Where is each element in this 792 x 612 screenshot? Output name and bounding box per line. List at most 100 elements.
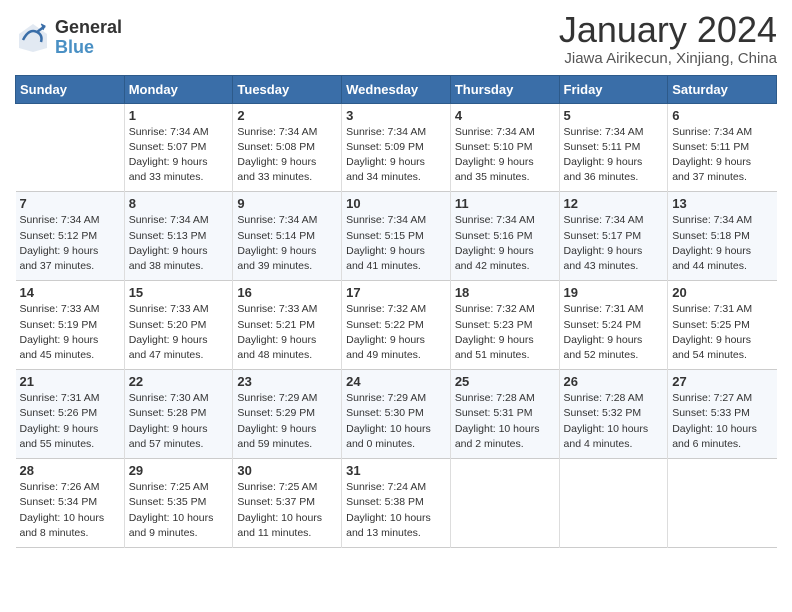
calendar-week-3: 21Sunrise: 7:31 AMSunset: 5:26 PMDayligh… — [16, 370, 777, 459]
calendar-cell: 26 Sunrise: 7:28 AMSunset: 5:32 PMDayligh… — [559, 370, 668, 459]
logo-text: General Blue — [55, 18, 122, 58]
day-number: 17 — [346, 285, 446, 300]
day-number: 29 — [129, 463, 229, 478]
day-number: 6 — [672, 108, 772, 123]
day-info: Sunrise: 7:27 AMSunset: 5:33 PMDaylight:… — [672, 391, 772, 452]
calendar-body: 1 Sunrise: 7:34 AMSunset: 5:07 PMDaylight… — [16, 103, 777, 547]
calendar-cell: 5 Sunrise: 7:34 AMSunset: 5:11 PMDaylight… — [559, 103, 668, 192]
calendar-cell: 7Sunrise: 7:34 AMSunset: 5:12 PMDaylight… — [16, 192, 125, 281]
calendar-cell: 14Sunrise: 7:33 AMSunset: 5:19 PMDayligh… — [16, 281, 125, 370]
calendar-cell — [450, 459, 559, 548]
header-monday: Monday — [124, 75, 233, 103]
calendar-cell: 28Sunrise: 7:26 AMSunset: 5:34 PMDayligh… — [16, 459, 125, 548]
day-info: Sunrise: 7:32 AMSunset: 5:22 PMDaylight:… — [346, 302, 446, 363]
day-number: 9 — [237, 196, 337, 211]
logo-blue: Blue — [55, 38, 122, 58]
calendar-week-0: 1 Sunrise: 7:34 AMSunset: 5:07 PMDaylight… — [16, 103, 777, 192]
header-tuesday: Tuesday — [233, 75, 342, 103]
title-block: January 2024 Jiawa Airikecun, Xinjiang, … — [559, 10, 777, 67]
header-row: Sunday Monday Tuesday Wednesday Thursday… — [16, 75, 777, 103]
day-info: Sunrise: 7:25 AMSunset: 5:35 PMDaylight:… — [129, 480, 229, 541]
day-number: 30 — [237, 463, 337, 478]
location: Jiawa Airikecun, Xinjiang, China — [559, 50, 777, 67]
calendar-cell — [559, 459, 668, 548]
day-number: 25 — [455, 374, 555, 389]
calendar-cell: 8 Sunrise: 7:34 AMSunset: 5:13 PMDaylight… — [124, 192, 233, 281]
calendar-cell: 20 Sunrise: 7:31 AMSunset: 5:25 PMDayligh… — [668, 281, 777, 370]
day-info: Sunrise: 7:24 AMSunset: 5:38 PMDaylight:… — [346, 480, 446, 541]
day-info: Sunrise: 7:29 AMSunset: 5:30 PMDaylight:… — [346, 391, 446, 452]
calendar-cell: 2 Sunrise: 7:34 AMSunset: 5:08 PMDaylight… — [233, 103, 342, 192]
calendar-cell: 31 Sunrise: 7:24 AMSunset: 5:38 PMDayligh… — [342, 459, 451, 548]
calendar-cell: 22Sunrise: 7:30 AMSunset: 5:28 PMDayligh… — [124, 370, 233, 459]
day-number: 18 — [455, 285, 555, 300]
calendar-cell: 25Sunrise: 7:28 AMSunset: 5:31 PMDayligh… — [450, 370, 559, 459]
day-info: Sunrise: 7:31 AMSunset: 5:25 PMDaylight:… — [672, 302, 772, 363]
calendar-table: Sunday Monday Tuesday Wednesday Thursday… — [15, 75, 777, 548]
day-info: Sunrise: 7:34 AMSunset: 5:09 PMDaylight:… — [346, 125, 446, 186]
calendar-cell: 23 Sunrise: 7:29 AMSunset: 5:29 PMDayligh… — [233, 370, 342, 459]
calendar-cell: 3Sunrise: 7:34 AMSunset: 5:09 PMDaylight… — [342, 103, 451, 192]
day-info: Sunrise: 7:28 AMSunset: 5:32 PMDaylight:… — [564, 391, 664, 452]
calendar-cell: 21Sunrise: 7:31 AMSunset: 5:26 PMDayligh… — [16, 370, 125, 459]
calendar-cell: 29 Sunrise: 7:25 AMSunset: 5:35 PMDayligh… — [124, 459, 233, 548]
day-info: Sunrise: 7:33 AMSunset: 5:21 PMDaylight:… — [237, 302, 337, 363]
calendar-week-2: 14Sunrise: 7:33 AMSunset: 5:19 PMDayligh… — [16, 281, 777, 370]
day-info: Sunrise: 7:33 AMSunset: 5:19 PMDaylight:… — [20, 302, 120, 363]
day-number: 24 — [346, 374, 446, 389]
calendar-cell: 19Sunrise: 7:31 AMSunset: 5:24 PMDayligh… — [559, 281, 668, 370]
calendar-cell: 16 Sunrise: 7:33 AMSunset: 5:21 PMDayligh… — [233, 281, 342, 370]
day-info: Sunrise: 7:33 AMSunset: 5:20 PMDaylight:… — [129, 302, 229, 363]
calendar-cell: 10Sunrise: 7:34 AMSunset: 5:15 PMDayligh… — [342, 192, 451, 281]
calendar-cell: 18 Sunrise: 7:32 AMSunset: 5:23 PMDayligh… — [450, 281, 559, 370]
page-header: General Blue January 2024 Jiawa Airikecu… — [15, 10, 777, 67]
calendar-cell: 15 Sunrise: 7:33 AMSunset: 5:20 PMDayligh… — [124, 281, 233, 370]
month-title: January 2024 — [559, 10, 777, 50]
day-number: 11 — [455, 196, 555, 211]
logo-icon — [15, 20, 51, 56]
day-number: 15 — [129, 285, 229, 300]
day-info: Sunrise: 7:32 AMSunset: 5:23 PMDaylight:… — [455, 302, 555, 363]
logo-general: General — [55, 18, 122, 38]
day-info: Sunrise: 7:34 AMSunset: 5:07 PMDaylight:… — [129, 125, 229, 186]
day-info: Sunrise: 7:31 AMSunset: 5:26 PMDaylight:… — [20, 391, 120, 452]
calendar-cell: 13 Sunrise: 7:34 AMSunset: 5:18 PMDayligh… — [668, 192, 777, 281]
day-number: 16 — [237, 285, 337, 300]
day-number: 13 — [672, 196, 772, 211]
day-number: 22 — [129, 374, 229, 389]
calendar-cell: 30 Sunrise: 7:25 AMSunset: 5:37 PMDayligh… — [233, 459, 342, 548]
day-info: Sunrise: 7:34 AMSunset: 5:14 PMDaylight:… — [237, 213, 337, 274]
calendar-cell: 6Sunrise: 7:34 AMSunset: 5:11 PMDaylight… — [668, 103, 777, 192]
day-info: Sunrise: 7:34 AMSunset: 5:10 PMDaylight:… — [455, 125, 555, 186]
header-thursday: Thursday — [450, 75, 559, 103]
calendar-cell: 1 Sunrise: 7:34 AMSunset: 5:07 PMDaylight… — [124, 103, 233, 192]
day-info: Sunrise: 7:26 AMSunset: 5:34 PMDaylight:… — [20, 480, 120, 541]
day-number: 26 — [564, 374, 664, 389]
day-info: Sunrise: 7:34 AMSunset: 5:13 PMDaylight:… — [129, 213, 229, 274]
calendar-cell: 27Sunrise: 7:27 AMSunset: 5:33 PMDayligh… — [668, 370, 777, 459]
day-info: Sunrise: 7:34 AMSunset: 5:16 PMDaylight:… — [455, 213, 555, 274]
day-number: 23 — [237, 374, 337, 389]
calendar-cell: 4 Sunrise: 7:34 AMSunset: 5:10 PMDaylight… — [450, 103, 559, 192]
header-saturday: Saturday — [668, 75, 777, 103]
day-number: 1 — [129, 108, 229, 123]
day-number: 8 — [129, 196, 229, 211]
day-info: Sunrise: 7:34 AMSunset: 5:17 PMDaylight:… — [564, 213, 664, 274]
day-number: 5 — [564, 108, 664, 123]
logo: General Blue — [15, 18, 122, 58]
day-info: Sunrise: 7:34 AMSunset: 5:11 PMDaylight:… — [564, 125, 664, 186]
calendar-cell: 9 Sunrise: 7:34 AMSunset: 5:14 PMDaylight… — [233, 192, 342, 281]
day-info: Sunrise: 7:34 AMSunset: 5:18 PMDaylight:… — [672, 213, 772, 274]
day-number: 7 — [20, 196, 120, 211]
day-number: 4 — [455, 108, 555, 123]
day-number: 31 — [346, 463, 446, 478]
day-info: Sunrise: 7:29 AMSunset: 5:29 PMDaylight:… — [237, 391, 337, 452]
calendar-cell: 24 Sunrise: 7:29 AMSunset: 5:30 PMDayligh… — [342, 370, 451, 459]
day-number: 20 — [672, 285, 772, 300]
calendar-week-4: 28Sunrise: 7:26 AMSunset: 5:34 PMDayligh… — [16, 459, 777, 548]
calendar-cell: 17 Sunrise: 7:32 AMSunset: 5:22 PMDayligh… — [342, 281, 451, 370]
day-number: 2 — [237, 108, 337, 123]
day-info: Sunrise: 7:34 AMSunset: 5:08 PMDaylight:… — [237, 125, 337, 186]
day-info: Sunrise: 7:25 AMSunset: 5:37 PMDaylight:… — [237, 480, 337, 541]
header-friday: Friday — [559, 75, 668, 103]
